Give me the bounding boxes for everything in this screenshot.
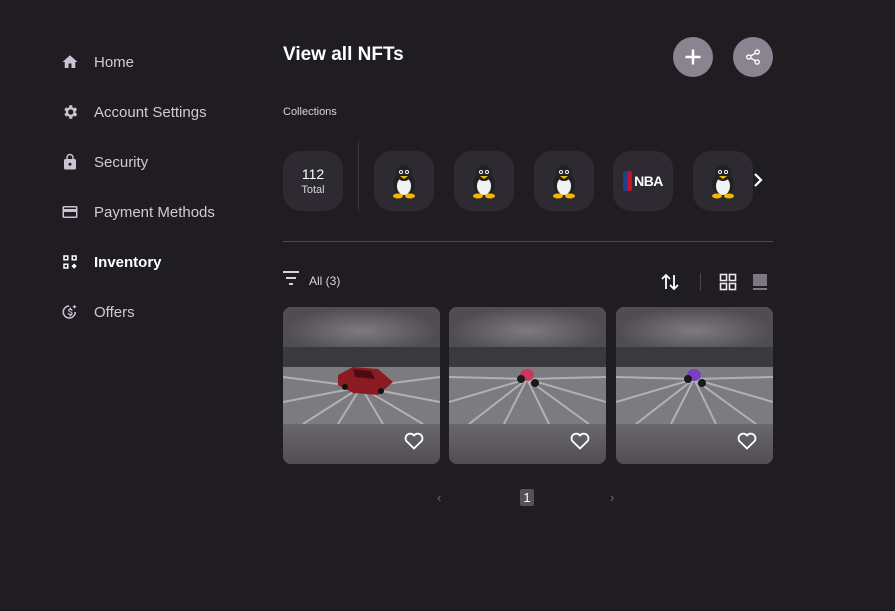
nft-image-blur-top xyxy=(283,307,440,347)
wallet-icon xyxy=(60,202,80,222)
toolbar-separator xyxy=(700,273,701,291)
pagination-page[interactable]: 1 xyxy=(520,489,534,506)
sidebar-item-label: Offers xyxy=(94,303,135,321)
nft-image xyxy=(616,347,773,424)
inventory-icon xyxy=(60,252,80,272)
nba-logo-text: NBA xyxy=(634,173,663,189)
grid-view-icon[interactable] xyxy=(719,273,737,291)
nft-card[interactable] xyxy=(449,307,606,464)
collections-carousel: 112 Total NBA xyxy=(283,141,773,211)
collection-total[interactable]: 112 Total xyxy=(283,151,343,211)
nba-logo: NBA xyxy=(623,168,663,194)
nft-card[interactable] xyxy=(283,307,440,464)
collection-item[interactable] xyxy=(374,151,434,211)
filter-toolbar: All (3) xyxy=(283,269,773,297)
sidebar-item-label: Security xyxy=(94,153,149,171)
sidebar-item-offers[interactable]: Offers xyxy=(60,295,260,329)
nft-card[interactable] xyxy=(616,307,773,464)
heart-icon[interactable] xyxy=(570,432,590,450)
collection-item-nba[interactable]: NBA xyxy=(613,151,673,211)
add-nft-button[interactable] xyxy=(673,37,713,77)
share-button[interactable] xyxy=(733,37,773,77)
sidebar-item-home[interactable]: Home xyxy=(60,45,260,79)
page-title: View all NFTs xyxy=(283,44,404,65)
nft-image-blur-top xyxy=(449,307,606,347)
collection-item[interactable] xyxy=(693,151,753,211)
lock-icon xyxy=(60,152,80,172)
total-label: Total xyxy=(301,184,325,196)
sidebar-item-label: Home xyxy=(94,53,135,71)
heart-icon[interactable] xyxy=(404,432,424,450)
plus-icon xyxy=(685,49,701,65)
collections-label: Collections xyxy=(283,106,337,118)
penguin-icon xyxy=(553,165,575,199)
nft-image xyxy=(283,347,440,424)
nft-image-blur-top xyxy=(616,307,773,347)
nft-image xyxy=(449,347,606,424)
total-count: 112 xyxy=(301,166,325,182)
sidebar-item-inventory[interactable]: Inventory xyxy=(60,245,260,279)
collection-item[interactable] xyxy=(454,151,514,211)
penguin-icon xyxy=(473,165,495,199)
gear-icon xyxy=(60,102,80,122)
pagination-prev[interactable]: ‹ xyxy=(437,490,441,505)
chevron-right-icon[interactable] xyxy=(749,171,767,189)
nba-logo-mark xyxy=(623,171,633,191)
collections-divider xyxy=(358,141,359,211)
pagination-next[interactable]: › xyxy=(610,490,614,505)
sidebar-item-security[interactable]: Security xyxy=(60,145,260,179)
filter-all-label[interactable]: All (3) xyxy=(309,274,340,288)
sidebar-item-label: Payment Methods xyxy=(94,203,215,221)
large-view-icon[interactable] xyxy=(751,273,769,291)
sidebar-item-label: Account Settings xyxy=(94,103,207,121)
sidebar-item-account-settings[interactable]: Account Settings xyxy=(60,95,260,129)
penguin-icon xyxy=(712,165,734,199)
offers-icon xyxy=(60,302,80,322)
sort-icon[interactable] xyxy=(661,272,679,292)
collection-item[interactable] xyxy=(534,151,594,211)
filter-icon[interactable] xyxy=(283,271,299,285)
sidebar: Home Account Settings Security Payment M… xyxy=(60,45,260,345)
penguin-icon xyxy=(393,165,415,199)
pagination: ‹ 1 › xyxy=(283,488,773,508)
nft-grid xyxy=(283,307,773,464)
share-icon xyxy=(746,49,760,65)
home-icon xyxy=(60,52,80,72)
sidebar-item-payment-methods[interactable]: Payment Methods xyxy=(60,195,260,229)
heart-icon[interactable] xyxy=(737,432,757,450)
section-divider xyxy=(283,241,773,242)
sidebar-item-label: Inventory xyxy=(94,253,162,271)
